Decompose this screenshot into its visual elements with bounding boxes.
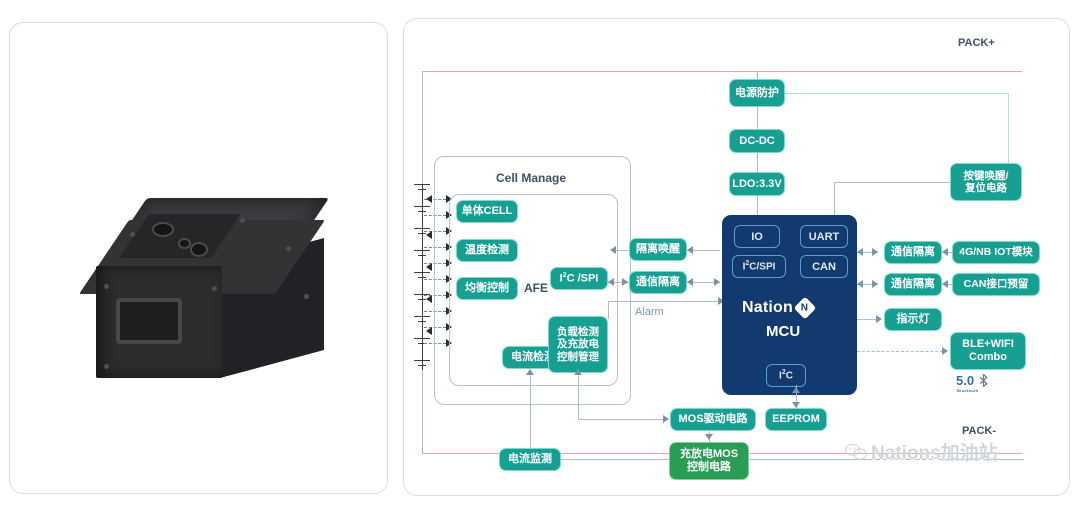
bluetooth-version: 5.0 [956,373,975,388]
block-comm-isolation-1[interactable]: 通信隔离 [884,241,942,264]
block-comm-isolation-2[interactable]: 通信隔离 [884,273,942,296]
pack-plus-label: PACK+ [958,37,995,49]
bluetooth-badge: 5.0 [956,374,990,387]
block-power-protect[interactable]: 电源防护 [729,79,785,107]
nation-brand-text: Nation [742,299,793,316]
line-currentmonitor-to-currentdetect [530,371,531,448]
battery-handle [116,298,182,344]
battery-screw [304,294,309,299]
battery-screw [104,364,109,369]
battery-screw [240,218,245,223]
line-power-to-dcdc [757,107,758,129]
key-wake-line1: 按键唤醒/ [963,169,1009,182]
line-mcu-to-blewifi [857,351,943,352]
mcu-name-label: MCU [766,323,801,340]
cell-manage-title: Cell Manage [496,171,567,185]
mcu-port-uart[interactable]: UART [800,225,848,248]
line-ldo-to-mcu [757,196,758,215]
block-mos-drive[interactable]: MOS驱动电路 [670,408,756,431]
mcu-i2c-spi-label: I2C/SPI [742,260,776,273]
line-power-branch-down [1008,93,1009,163]
watermark: Nations加油站 [845,438,998,465]
line-keywake-down-to-mcu [834,182,835,215]
line-alarm-up [608,301,609,319]
battery-screw [212,286,217,291]
battery-connector-small [178,238,191,249]
pack-plus-bus-line [422,71,1022,72]
battery-connector-round [190,242,208,257]
mcu-port-io[interactable]: IO [734,225,780,248]
bluetooth-icon [979,374,988,387]
line-isowake-to-cellmanage [616,250,629,251]
screenshot-root: PACK+ PACK- Cell Manage AFE 单体CELL 温度检测 … [0,0,1080,508]
line-packplus-to-power [757,71,758,79]
battery-pack-photo [79,198,330,388]
line-alarm-to-mcu [608,301,718,302]
mcu-port-i2c-spi[interactable]: I2C/SPI [732,255,786,278]
block-balance-control[interactable]: 均衡控制 [456,277,518,300]
wechat-icon [845,443,867,460]
nation-logo: Nation N [742,296,817,320]
cd-mos-line1: 充放电MOS [679,448,739,461]
load-detect-line2: 及充放电 [557,338,599,351]
block-temp-detect[interactable]: 温度检测 [456,239,518,262]
line-loaddetect-to-mosdrive [578,419,664,420]
pack-minus-label: PACK- [962,425,997,437]
alarm-label: Alarm [635,306,664,318]
block-key-wake-reset[interactable]: 按键唤醒/ 复位电路 [950,163,1022,201]
block-dcdc[interactable]: DC-DC [729,129,785,153]
load-detect-line1: 负载检测 [557,326,599,339]
bluetooth-name: Bluetooth [957,388,979,393]
block-load-detect[interactable]: 负载检测 及充放电 控制管理 [548,316,608,373]
mcu-i2c-label: I2C [779,369,793,382]
bms-block-diagram-panel: PACK+ PACK- Cell Manage AFE 单体CELL 温度检测 … [403,18,1070,496]
block-indicator-light[interactable]: 指示灯 [884,308,942,331]
block-comm-isolation-mid[interactable]: 通信隔离 [629,271,687,294]
line-power-branch-right [785,93,1008,94]
block-i2c-spi-afe[interactable]: I2C /SPI [550,267,608,290]
afe-label: AFE [524,281,548,295]
block-charge-discharge-mos[interactable]: 充放电MOS 控制电路 [669,442,749,480]
nation-diamond-icon: N [793,296,817,320]
line-currentmonitor-to-packminus [561,459,669,460]
line-dcdc-to-ldo [757,153,758,172]
battery-connector-large [152,222,174,237]
line-mcu-to-indicator [857,319,878,320]
line-loaddetect-down [578,373,579,419]
block-single-cell[interactable]: 单体CELL [456,200,518,223]
i2c-spi-afe-label: I2C /SPI [559,271,599,285]
block-iot-module[interactable]: 4G/NB IOT模块 [952,241,1040,264]
block-eeprom[interactable]: EEPROM [765,408,827,431]
block-ldo[interactable]: LDO:3.3V [729,172,785,196]
battery-screw [130,232,135,237]
load-detect-line3: 控制管理 [557,350,599,363]
ble-wifi-line1: BLE+WIFI [962,338,1014,351]
block-current-monitor[interactable]: 电流监测 [499,448,561,471]
mcu-port-i2c-bottom[interactable]: I2C [766,364,806,387]
block-isolation-wake[interactable]: 隔离唤醒 [629,238,687,261]
ble-wifi-line2: Combo [969,351,1007,363]
battery-screw [104,284,109,289]
mcu-port-can[interactable]: CAN [800,255,848,278]
key-wake-line2: 复位电路 [965,182,1007,194]
battery-photo-panel [9,22,388,494]
battery-screw [286,246,291,251]
watermark-text: Nations加油站 [871,443,998,464]
block-can-reserved[interactable]: CAN接口预留 [952,273,1040,296]
block-ble-wifi[interactable]: BLE+WIFI Combo [950,332,1026,370]
cd-mos-line2: 控制电路 [687,461,731,473]
line-keywake-to-mcu [834,182,950,183]
